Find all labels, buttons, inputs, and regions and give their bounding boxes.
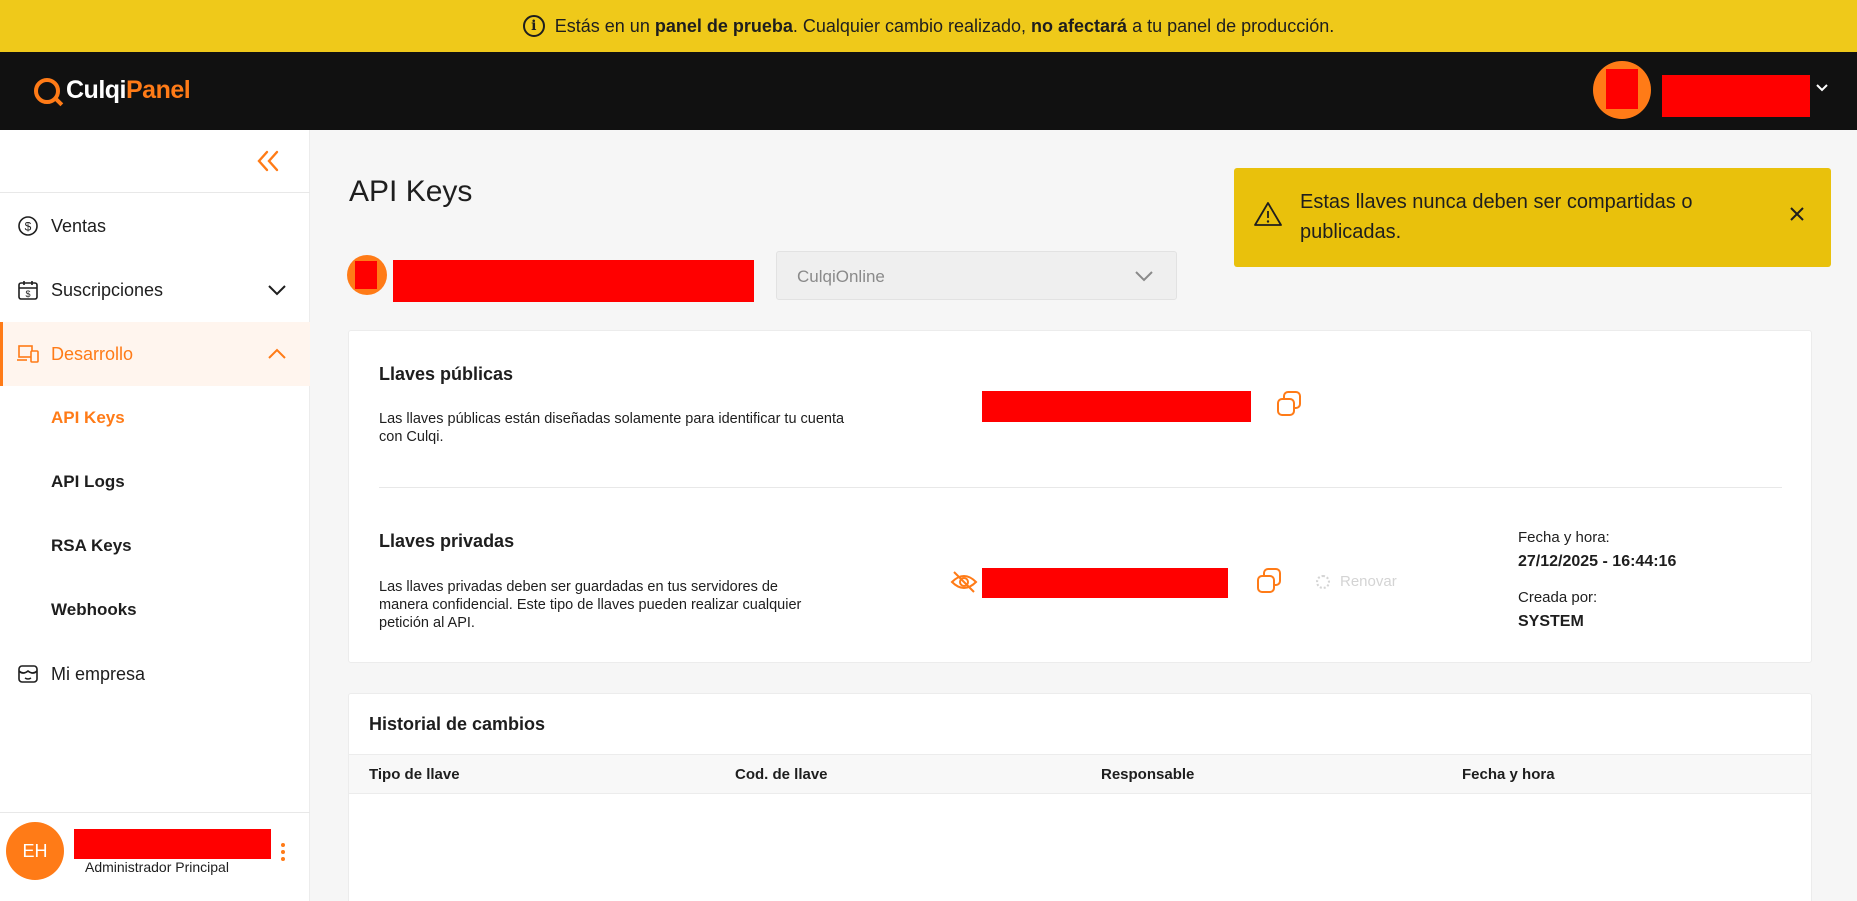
private-keys-title: Llaves privadas xyxy=(379,531,515,551)
alert-message: Estas llaves nunca deben ser compartidas… xyxy=(1300,191,1693,243)
merchant-avatar xyxy=(347,255,387,295)
close-icon[interactable] xyxy=(1789,202,1805,228)
user-name-redacted xyxy=(74,829,271,859)
card-divider xyxy=(379,487,1782,488)
sidebar-divider xyxy=(0,192,310,193)
chevron-down-icon[interactable] xyxy=(266,279,288,301)
date-value: 27/12/2025 - 16:44:16 xyxy=(1518,553,1677,570)
collapse-sidebar-icon[interactable] xyxy=(256,148,280,178)
dollar-circle-icon: $ xyxy=(16,214,40,238)
sidebar: $ Ventas $ Suscripciones Desarrollo API … xyxy=(0,130,310,901)
commerce-select[interactable]: CulqiOnline xyxy=(776,251,1177,300)
history-table-header: Tipo de llave Cod. de llave Responsable … xyxy=(349,754,1811,794)
history-card: Historial de cambios Tipo de llave Cod. … xyxy=(348,693,1812,901)
merchant-name-redacted xyxy=(393,260,754,302)
created-by-value: SYSTEM xyxy=(1518,613,1584,630)
top-navigation-bar: Culqi Panel xyxy=(0,52,1857,130)
info-icon: i xyxy=(522,15,545,37)
sidebar-subitem-api-keys[interactable]: API Keys xyxy=(0,386,310,450)
banner-text: Estás en un panel de prueba. Cualquier c… xyxy=(554,15,1335,36)
warning-icon xyxy=(1253,200,1283,233)
sidebar-item-desarrollo[interactable]: Desarrollo xyxy=(0,322,310,386)
svg-text:$: $ xyxy=(25,220,32,234)
refresh-icon xyxy=(1316,574,1330,589)
warning-alert: Estas llaves nunca deben ser compartidas… xyxy=(1234,168,1831,267)
culqipanel-logo[interactable]: Culqi Panel xyxy=(34,76,191,105)
created-by-label: Creada por: xyxy=(1518,589,1598,606)
column-header: Tipo de llave xyxy=(369,766,460,783)
store-icon xyxy=(16,662,40,686)
sidebar-subitem-rsa-keys[interactable]: RSA Keys xyxy=(0,514,310,578)
calendar-dollar-icon: $ xyxy=(16,278,40,302)
sidebar-item-mi-empresa[interactable]: Mi empresa xyxy=(0,642,310,706)
eye-off-icon[interactable] xyxy=(950,570,978,599)
renew-button[interactable]: Renovar xyxy=(1316,573,1397,590)
chevron-up-icon[interactable] xyxy=(266,343,288,365)
user-role: Administrador Principal xyxy=(85,859,229,875)
copy-icon[interactable] xyxy=(1255,567,1283,595)
sidebar-divider xyxy=(0,812,310,813)
public-keys-description: Las llaves públicas están diseñadas sola… xyxy=(379,411,845,445)
sidebar-subitem-webhooks[interactable]: Webhooks xyxy=(0,578,310,642)
chevron-down-icon[interactable] xyxy=(1815,80,1829,98)
user-avatar[interactable]: EH xyxy=(6,822,64,880)
culqi-logo-icon xyxy=(34,77,60,104)
user-avatar-top[interactable] xyxy=(1593,61,1651,119)
sidebar-subitem-api-logs[interactable]: API Logs xyxy=(0,450,310,514)
column-header: Fecha y hora xyxy=(1462,766,1555,783)
copy-icon[interactable] xyxy=(1275,390,1303,418)
sidebar-item-suscripciones[interactable]: $ Suscripciones xyxy=(0,258,310,322)
kebab-menu-icon[interactable] xyxy=(280,842,286,866)
user-name-redacted[interactable] xyxy=(1662,75,1810,117)
page-title: API Keys xyxy=(349,175,473,208)
column-header: Cod. de llave xyxy=(735,766,828,783)
private-keys-description: Las llaves privadas deben ser guardadas … xyxy=(379,579,802,631)
public-keys-title: Llaves públicas xyxy=(379,364,514,384)
history-title: Historial de cambios xyxy=(369,714,546,734)
svg-text:$: $ xyxy=(25,289,30,299)
keys-card: Llaves públicas Las llaves públicas está… xyxy=(348,330,1812,663)
chevron-down-icon xyxy=(1132,264,1156,288)
sidebar-item-ventas[interactable]: $ Ventas xyxy=(0,194,310,258)
test-panel-banner: i Estás en un panel de prueba. Cualquier… xyxy=(0,0,1857,52)
public-key-value-redacted xyxy=(982,391,1251,422)
devices-icon xyxy=(16,342,40,366)
private-key-value-redacted xyxy=(982,568,1228,598)
date-label: Fecha y hora: xyxy=(1518,529,1610,546)
column-header: Responsable xyxy=(1101,766,1195,783)
